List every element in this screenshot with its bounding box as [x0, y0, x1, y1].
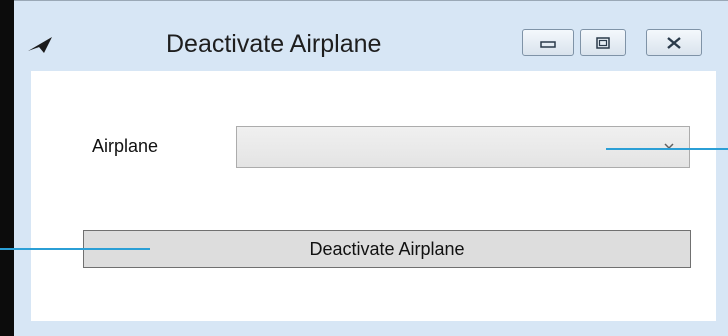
- airplane-select[interactable]: [236, 126, 690, 168]
- form-body: [31, 71, 716, 321]
- desktop-edge: [0, 0, 14, 336]
- title-bar[interactable]: [13, 1, 728, 31]
- paper-plane-icon: [28, 37, 52, 53]
- deactivate-airplane-button[interactable]: Deactivate Airplane: [83, 230, 691, 268]
- minimize-icon: [540, 40, 556, 48]
- maximize-button[interactable]: [580, 29, 626, 56]
- window-title: Deactivate Airplane: [166, 30, 382, 58]
- callout-line-select: [606, 148, 728, 150]
- callout-line-button: [0, 248, 150, 250]
- close-button[interactable]: [646, 29, 702, 56]
- airplane-label: Airplane: [92, 136, 159, 156]
- maximize-icon: [596, 36, 610, 49]
- minimize-button[interactable]: [522, 29, 574, 56]
- close-icon: [667, 36, 681, 49]
